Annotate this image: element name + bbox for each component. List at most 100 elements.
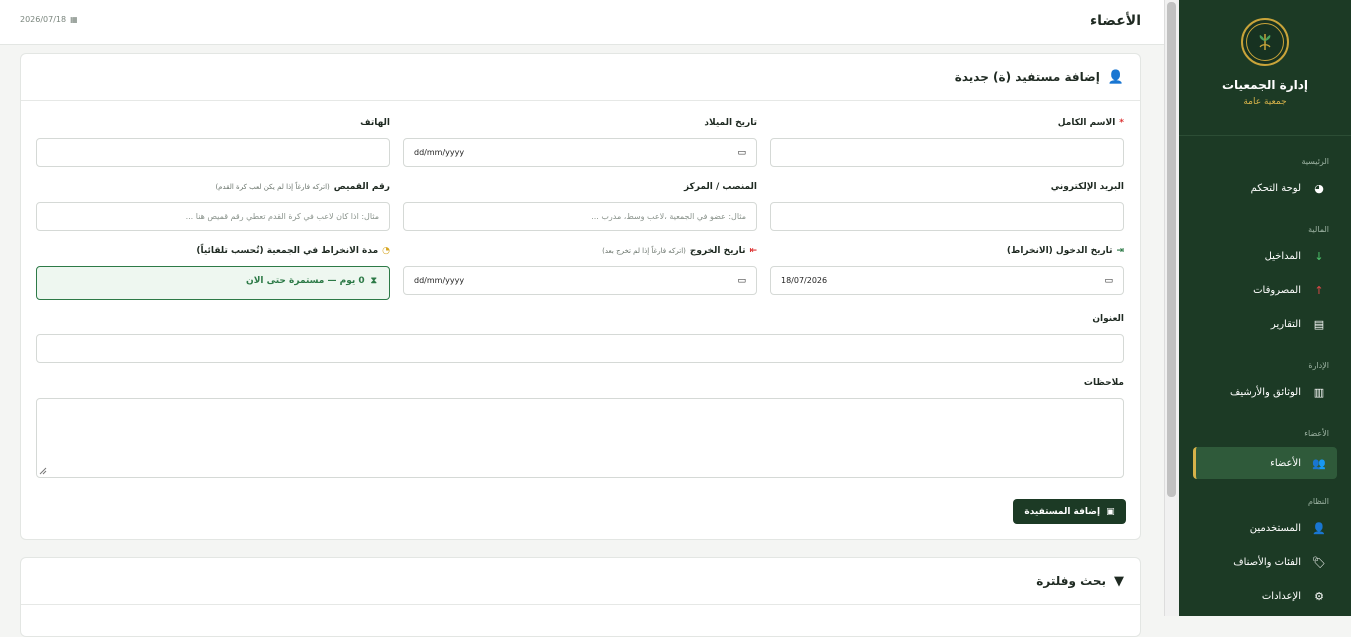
calendar-icon[interactable]: ▭ — [1104, 276, 1113, 286]
filter-icon: ▼ — [1114, 573, 1124, 589]
sidebar-item-members[interactable]: 👥 الأعضاء — [1193, 447, 1337, 479]
email-label: البريد الإلكتروني — [1050, 182, 1124, 192]
nav-section-finance: المالية — [1308, 225, 1329, 234]
scrollbar-thumb[interactable] — [1167, 2, 1176, 497]
sidebar-item-label: التقارير — [1270, 318, 1301, 330]
brand-title: إدارة الجمعيات — [1221, 78, 1309, 92]
pie-chart-icon: ◕ — [1314, 181, 1324, 195]
save-icon: ▣ — [1106, 506, 1115, 517]
logo-emblem-icon — [1259, 34, 1271, 50]
hourglass-icon: ⧗ — [370, 276, 377, 286]
sidebar-item-label: الفئات والأصناف — [1233, 556, 1301, 568]
duration-display: ⧗ 0 يوم — مستمرة حتى الان — [36, 266, 390, 300]
exit-date-placeholder: dd/mm/yyyy — [414, 276, 465, 285]
brand: إدارة الجمعيات جمعية عامة — [1179, 0, 1351, 136]
sidebar-item-label: الإعدادات — [1261, 590, 1301, 602]
search-filter-card-header[interactable]: ▼ بحث وفلترة — [21, 558, 1140, 605]
entry-date-input[interactable]: 18/07/2026 ▭ — [770, 266, 1124, 295]
arrow-down-icon: ↓ — [1314, 249, 1324, 263]
sidebar: إدارة الجمعيات جمعية عامة الرئيسية ◕ لوح… — [1179, 0, 1351, 616]
shirt-number-field: رقم القميص (اتركه فارغاً إذا لم يكن لعب ك… — [36, 181, 390, 231]
notes-field: ملاحظات — [36, 377, 1124, 478]
brand-subtitle: جمعية عامة — [1243, 97, 1287, 107]
calendar-icon[interactable]: ▭ — [737, 148, 746, 158]
sidebar-item-dashboard[interactable]: ◕ لوحة التحكم — [1193, 172, 1337, 204]
resize-handle-icon[interactable] — [39, 467, 47, 475]
card-title: إضافة مستفيد (ة) جديدة — [954, 70, 1100, 84]
birth-date-field: تاريخ الميلاد dd/mm/yyyy ▭ — [403, 117, 757, 167]
users-icon: 👥 — [1312, 456, 1326, 470]
position-input[interactable]: مثال: عضو في الجمعية ،لاعب وسط، مدرب ... — [403, 202, 757, 231]
main-scrollbar[interactable] — [1164, 0, 1179, 616]
phone-label: الهاتف — [360, 118, 390, 128]
email-input[interactable] — [770, 202, 1124, 231]
duration-value: 0 يوم — مستمرة حتى الان — [246, 276, 365, 286]
duration-label: مدة الانخراط في الجمعية (تُحسب تلقائياً) — [196, 246, 379, 256]
add-beneficiary-label: إضافة المستفيدة — [1024, 506, 1101, 517]
sidebar-item-documents[interactable]: ▥ الوثائق والأرشيف — [1193, 376, 1337, 408]
full-name-field: * الاسم الكامل — [770, 117, 1124, 167]
full-name-label: الاسم الكامل — [1057, 118, 1116, 128]
calendar-icon[interactable]: ▭ — [737, 276, 746, 286]
duration-field: ◔ مدة الانخراط في الجمعية (تُحسب تلقائياً… — [36, 245, 390, 300]
email-field: البريد الإلكتروني — [770, 181, 1124, 231]
shirt-number-hint: (اتركه فارغاً إذا لم يكن لعب كرة القدم) — [215, 183, 330, 191]
phone-field: الهاتف — [36, 117, 390, 167]
add-member-card-header: 👤 إضافة مستفيد (ة) جديدة — [21, 54, 1140, 101]
sidebar-item-expenses[interactable]: ↑ المصروفات — [1193, 274, 1337, 306]
nav-section-system: النظام — [1307, 497, 1329, 506]
entry-date-value: 18/07/2026 — [781, 276, 828, 285]
sidebar-item-label: الأعضاء — [1270, 457, 1301, 469]
shirt-number-placeholder: مثال: اذا كان لاعب في كرة القدم تعطي رقم… — [185, 212, 379, 221]
logo — [1241, 18, 1289, 66]
sign-in-icon: ⇥ — [1116, 246, 1124, 256]
sidebar-item-label: لوحة التحكم — [1250, 182, 1301, 194]
search-filter-card: ▼ بحث وفلترة — [20, 557, 1141, 637]
user-plus-icon: 👤 — [1107, 69, 1124, 85]
exit-date-label: تاريخ الخروج — [689, 246, 746, 256]
shirt-number-label: رقم القميص — [333, 182, 390, 192]
page-title: الأعضاء — [1090, 13, 1141, 29]
sign-out-icon: ⇤ — [749, 246, 757, 256]
position-placeholder: مثال: عضو في الجمعية ،لاعب وسط، مدرب ... — [591, 212, 746, 221]
nav-section-home: الرئيسية — [1301, 157, 1329, 166]
sidebar-item-label: المداخيل — [1264, 250, 1301, 262]
exit-date-hint: (اتركه فارغاً إذا لم تخرج بعد) — [602, 247, 686, 255]
document-icon: ▥ — [1313, 385, 1325, 399]
birth-date-input[interactable]: dd/mm/yyyy ▭ — [403, 138, 757, 167]
required-mark: * — [1119, 118, 1124, 128]
tags-icon: 🏷 — [1312, 555, 1326, 569]
position-field: المنصب / المركز مثال: عضو في الجمعية ،لا… — [403, 181, 757, 231]
top-bar: الأعضاء ▦ 2026/07/18 — [0, 0, 1164, 45]
sidebar-item-reports[interactable]: ▤ التقارير — [1193, 308, 1337, 340]
gear-icon: ⚙ — [1314, 589, 1324, 603]
sidebar-item-users[interactable]: 👤 المستخدمين — [1193, 512, 1337, 544]
sidebar-item-categories[interactable]: 🏷 الفئات والأصناف — [1193, 546, 1337, 578]
sidebar-item-income[interactable]: ↓ المداخيل — [1193, 240, 1337, 272]
filter-title: بحث وفلترة — [1036, 574, 1106, 588]
position-label: المنصب / المركز — [683, 182, 757, 192]
exit-date-input[interactable]: dd/mm/yyyy ▭ — [403, 266, 757, 295]
phone-input[interactable] — [36, 138, 390, 167]
date-text: 2026/07/18 — [20, 15, 67, 24]
clock-icon: ◔ — [382, 246, 390, 256]
file-report-icon: ▤ — [1313, 317, 1325, 331]
notes-textarea[interactable] — [36, 398, 1124, 478]
notes-label: ملاحظات — [1083, 378, 1124, 388]
birth-date-label: تاريخ الميلاد — [704, 118, 757, 128]
full-name-input[interactable] — [770, 138, 1124, 167]
sidebar-item-settings[interactable]: ⚙ الإعدادات — [1193, 580, 1337, 612]
nav-section-members: الأعضاء — [1304, 429, 1329, 438]
sidebar-item-label: المصروفات — [1253, 284, 1301, 296]
sidebar-item-label: الوثائق والأرشيف — [1229, 386, 1301, 398]
shirt-number-input[interactable]: مثال: اذا كان لاعب في كرة القدم تعطي رقم… — [36, 202, 390, 231]
address-label: العنوان — [1092, 314, 1124, 324]
add-beneficiary-button[interactable]: ▣ إضافة المستفيدة — [1013, 499, 1126, 524]
nav-section-admin: الإدارة — [1308, 361, 1329, 370]
exit-date-field: ⇤ تاريخ الخروج (اتركه فارغاً إذا لم تخرج ب… — [403, 245, 757, 295]
user-gear-icon: 👤 — [1312, 521, 1326, 535]
address-input[interactable] — [36, 334, 1124, 363]
arrow-up-icon: ↑ — [1314, 283, 1324, 297]
birth-date-placeholder: dd/mm/yyyy — [414, 148, 465, 157]
add-member-card: 👤 إضافة مستفيد (ة) جديدة * الاسم الكامل ت… — [20, 53, 1141, 540]
